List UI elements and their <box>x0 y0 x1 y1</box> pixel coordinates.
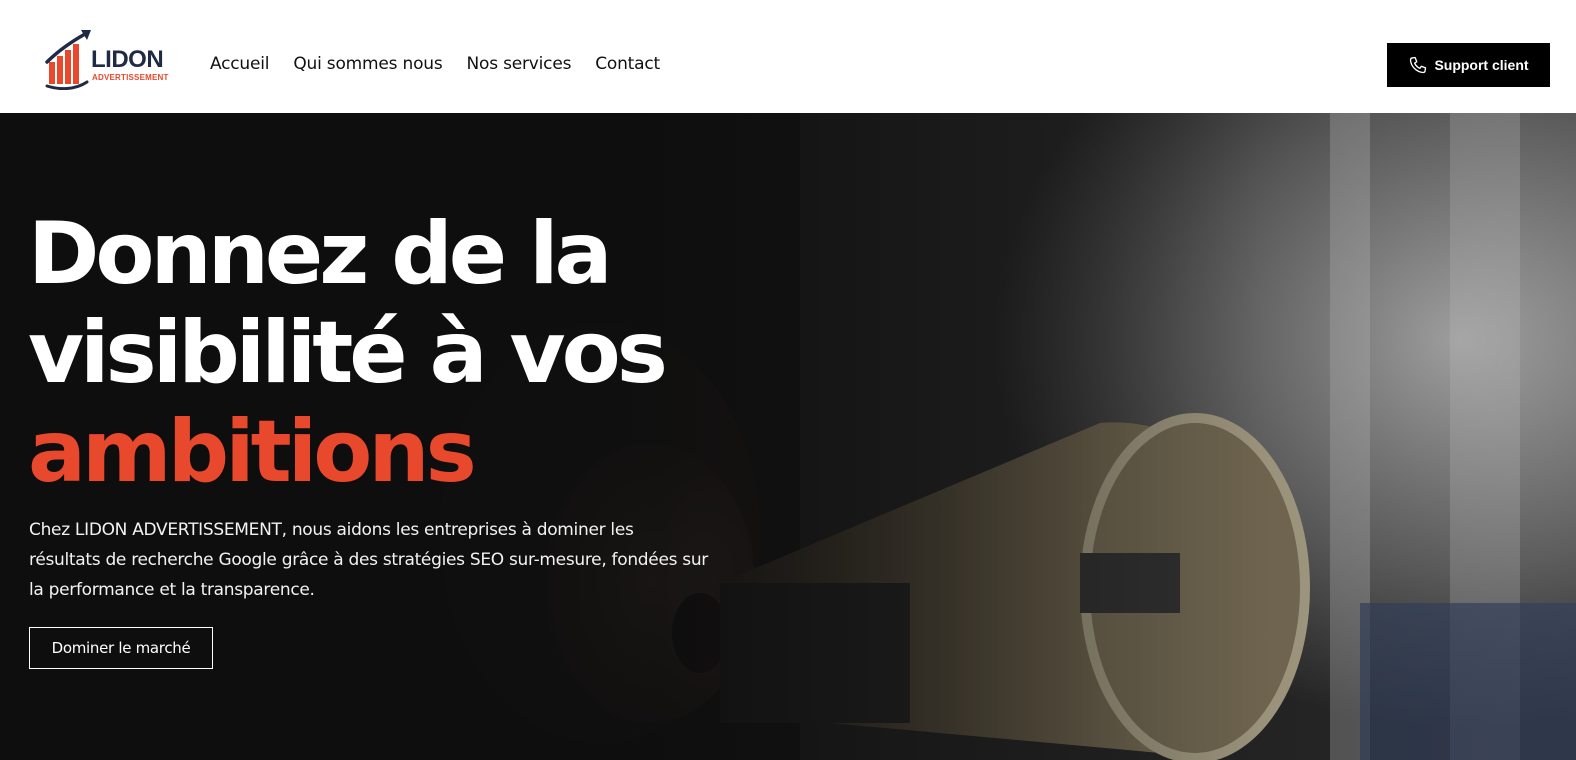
hero-section: Donnez de la visibilité à vos ambitions … <box>0 113 1576 760</box>
support-client-button[interactable]: Support client <box>1387 43 1550 87</box>
brand-logo[interactable]: LIDON ADVERTISSEMENT <box>45 28 170 90</box>
hero-description: Chez LIDON ADVERTISSEMENT, nous aidons l… <box>29 520 708 600</box>
hero-title-accent: ambitions <box>28 402 477 502</box>
nav-item-nos-services[interactable]: Nos services <box>467 52 572 76</box>
nav-item-contact[interactable]: Contact <box>595 52 660 76</box>
growth-chart-logo-icon <box>45 30 91 90</box>
dominer-le-marche-button[interactable]: Dominer le marché <box>29 627 213 669</box>
hero-title: Donnez de la visibilité à vos ambitions <box>28 204 668 502</box>
main-nav: Accueil Qui sommes nous Nos services Con… <box>210 52 684 76</box>
brand-name: LIDON <box>91 46 164 73</box>
phone-icon <box>1410 56 1427 74</box>
nav-item-accueil[interactable]: Accueil <box>210 52 270 76</box>
hero-title-line-1: Donnez de la <box>28 204 613 304</box>
support-client-label: Support client <box>1434 57 1529 73</box>
brand-tagline: ADVERTISSEMENT <box>92 73 169 82</box>
nav-item-qui-sommes-nous[interactable]: Qui sommes nous <box>293 52 442 76</box>
hero-title-line-2: visibilité à vos <box>28 303 668 403</box>
site-header: LIDON ADVERTISSEMENT Accueil Qui sommes … <box>0 0 1576 113</box>
